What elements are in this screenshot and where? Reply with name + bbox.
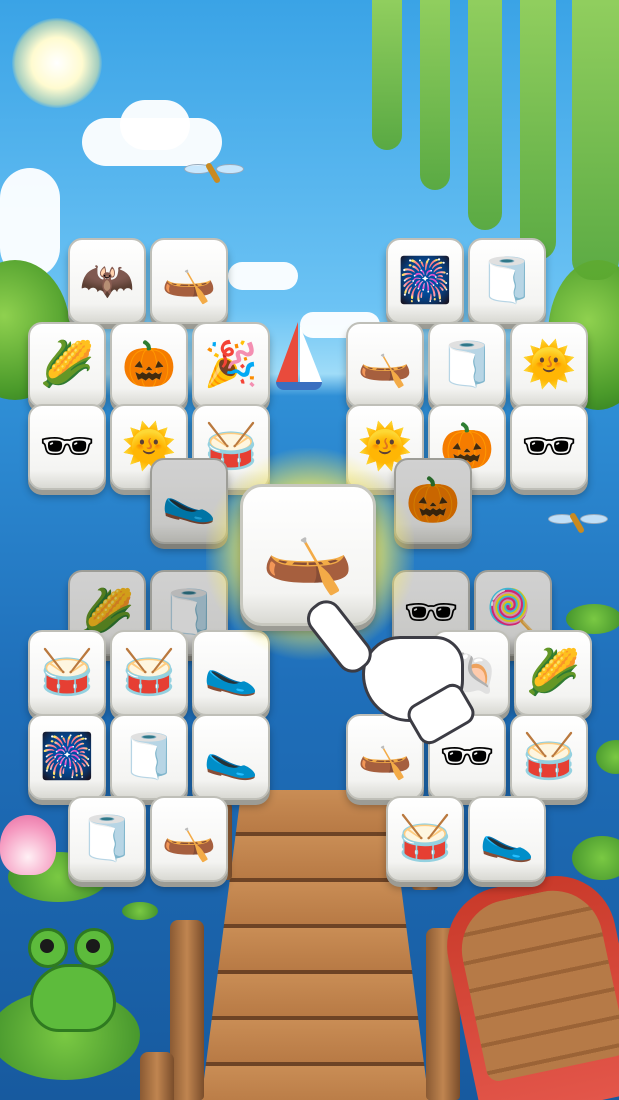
boat-icon: 🛶 [357,731,413,782]
boat-icon: 🛶 [161,255,217,306]
tile-towel[interactable]: 🧻 [468,238,546,324]
towel-icon: 🧻 [479,255,535,306]
lily-pad [572,836,619,880]
lotus-flower [0,815,56,875]
tile-corn[interactable]: 🌽 [28,322,106,408]
towel-icon: 🧻 [79,813,135,864]
corn-icon: 🌽 [39,339,95,390]
sailboat-decoration [276,322,326,392]
tile-pumpkin[interactable]: 🎃 [110,322,188,408]
boat-icon: 🛶 [161,813,217,864]
tile-boat[interactable]: 🛶 [150,238,228,324]
sunglasses-icon: 🕶 [521,421,577,472]
sunglasses-icon: 🕶 [39,421,95,472]
tile-boat[interactable]: 🛶 [150,796,228,882]
firework-icon: 🎆 [397,255,453,306]
tile-drum[interactable]: 🥁 [510,714,588,800]
tile-corn[interactable]: 🌽 [514,630,592,716]
tile-slipper[interactable]: 🥿 [468,796,546,882]
drum-icon: 🥁 [521,731,577,782]
tile-slipper[interactable]: 🥿 [192,714,270,800]
tile-party-horn[interactable]: 🎉 [192,322,270,408]
dock-post [140,1052,174,1100]
lily-pad [122,902,158,920]
willow-branches [572,0,619,280]
sun-icon: 🌞 [521,339,577,390]
cloud [228,262,298,290]
slipper-icon: 🥿 [203,731,259,782]
cloud [120,100,190,150]
tile-drum[interactable]: 🥁 [28,630,106,716]
pumpkin-icon: 🎃 [121,339,177,390]
slipper-icon: 🥿 [479,813,535,864]
dragonfly-decoration [548,510,608,535]
tile-drum[interactable]: 🥁 [110,630,188,716]
sunglasses-icon: 🕶 [439,731,495,782]
lily-pad [596,740,619,774]
tile-towel[interactable]: 🧻 [110,714,188,800]
boat-icon: 🛶 [261,512,355,598]
willow-branches [372,0,402,150]
tile-drum[interactable]: 🥁 [386,796,464,882]
towel-icon: 🧻 [121,731,177,782]
tile-firework[interactable]: 🎆 [28,714,106,800]
rowboat-decoration [435,864,619,1100]
willow-branches [420,0,450,190]
tile-towel[interactable]: 🧻 [68,796,146,882]
frog-character [22,928,118,1032]
bat-icon: 🦇 [79,255,135,306]
drum-icon: 🥁 [397,813,453,864]
firework-icon: 🎆 [39,731,95,782]
corn-icon: 🌽 [79,587,135,638]
willow-branches [468,0,502,230]
dock-post [170,920,204,1100]
tile-sunglasses[interactable]: 🕶 [510,404,588,490]
drum-icon: 🥁 [39,647,95,698]
drum-icon: 🥁 [121,647,177,698]
party-horn-icon: 🎉 [203,339,259,390]
tile-boat[interactable]: 🛶 [346,322,424,408]
corn-icon: 🌽 [525,647,581,698]
tile-firework[interactable]: 🎆 [386,238,464,324]
tile-bat[interactable]: 🦇 [68,238,146,324]
sun-decoration [12,18,102,108]
popsicle-icon: 🍭 [485,587,541,638]
willow-branches [520,0,556,260]
boat-icon: 🛶 [357,339,413,390]
tile-towel[interactable]: 🧻 [428,322,506,408]
towel-icon: 🧻 [439,339,495,390]
tile-sun[interactable]: 🌞 [510,322,588,408]
tile-sunglasses[interactable]: 🕶 [28,404,106,490]
dragonfly-decoration [184,160,244,185]
tutorial-pointer-hand [300,588,479,749]
